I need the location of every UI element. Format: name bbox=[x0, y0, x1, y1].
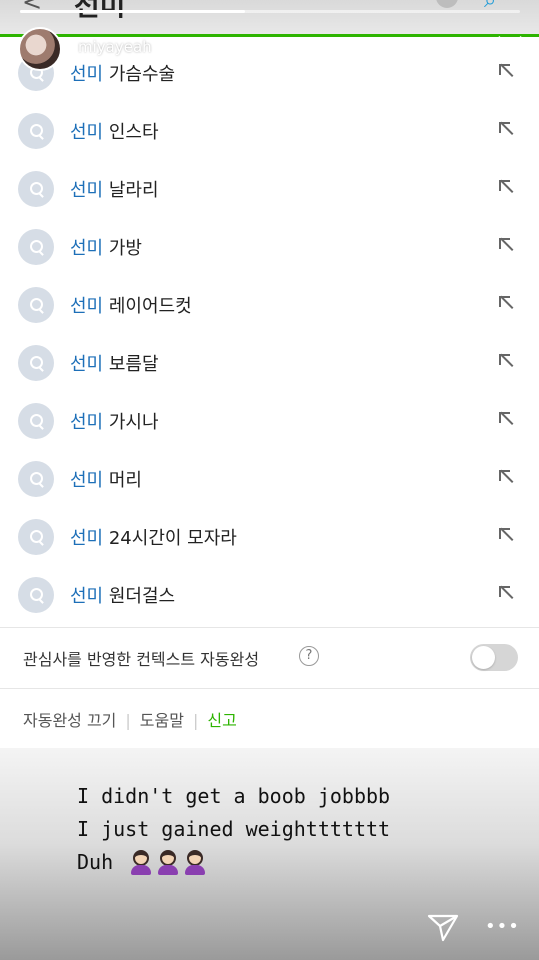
suggestion-rest: 24시간이 모자라 bbox=[108, 528, 237, 549]
suggestion-keyword: 선미 bbox=[70, 412, 104, 433]
search-bar: < 선미 ⌕ bbox=[0, 0, 539, 34]
woman-emoji-icon bbox=[157, 850, 179, 875]
story-progress-bar bbox=[20, 10, 520, 13]
suggestion-rest: 인스타 bbox=[108, 122, 159, 143]
suggestion-text: 선미 원더걸스 bbox=[70, 582, 175, 608]
search-icon bbox=[18, 403, 54, 439]
suggestion-rest: 원더걸스 bbox=[108, 586, 176, 607]
autocomplete-off-link[interactable]: 자동완성 끄기 bbox=[23, 711, 116, 730]
suggestion-keyword: 선미 bbox=[70, 470, 104, 491]
suggestion-rest: 보름달 bbox=[108, 354, 159, 375]
story-username[interactable]: miyayeah bbox=[78, 38, 152, 56]
separator: | bbox=[192, 711, 199, 730]
autocomplete-footer: 자동완성 끄기 | 도움말 | 신고 bbox=[23, 707, 237, 731]
suggestion-text: 선미 24시간이 모자라 bbox=[70, 524, 237, 550]
suggestion-rest: 가시나 bbox=[108, 412, 159, 433]
suggestion-text: 선미 가방 bbox=[70, 234, 142, 260]
insert-arrow-icon[interactable] bbox=[499, 180, 513, 194]
search-icon bbox=[18, 345, 54, 381]
search-icon bbox=[18, 461, 54, 497]
insert-arrow-icon[interactable] bbox=[499, 122, 513, 136]
context-autocomplete-label: 관심사를 반영한 컨텍스트 자동완성 bbox=[23, 650, 260, 669]
search-icon bbox=[18, 171, 54, 207]
separator: | bbox=[125, 711, 131, 730]
toggle-knob bbox=[472, 646, 495, 669]
suggestion-text: 선미 보름달 bbox=[70, 350, 159, 376]
search-underline bbox=[0, 34, 539, 37]
insert-arrow-icon[interactable] bbox=[499, 412, 513, 426]
suggestion-keyword: 선미 bbox=[70, 586, 104, 607]
suggestion-text: 선미 날라리 bbox=[70, 176, 159, 202]
suggestion-text: 선미 가시나 bbox=[70, 408, 159, 434]
suggestion-keyword: 선미 bbox=[70, 354, 104, 375]
suggestion-text: 선미 머리 bbox=[70, 466, 142, 492]
suggestion-item[interactable]: 선미 원더걸스 bbox=[0, 565, 539, 623]
insert-arrow-icon[interactable] bbox=[499, 354, 513, 368]
help-icon[interactable]: ? bbox=[299, 646, 319, 666]
suggestion-keyword: 선미 bbox=[70, 238, 104, 259]
search-icon[interactable]: ⌕ bbox=[484, 0, 496, 13]
close-icon[interactable] bbox=[496, 34, 524, 62]
suggestion-keyword: 선미 bbox=[70, 122, 104, 143]
suggestion-item[interactable]: 선미 머리 bbox=[0, 449, 539, 507]
divider bbox=[0, 627, 539, 628]
caption-line-1: I didn't get a boob jobbbb bbox=[77, 784, 391, 808]
suggestion-list: 선미 가슴수술 선미 인스타 선미 날라리 선미 가방 선미 레이어드컷 선미 보름달 선미… bbox=[0, 43, 539, 623]
insert-arrow-icon[interactable] bbox=[499, 528, 513, 542]
suggestion-rest: 날라리 bbox=[108, 180, 159, 201]
story-progress-fill bbox=[20, 10, 245, 13]
report-link[interactable]: 신고 bbox=[207, 711, 236, 730]
back-icon[interactable]: < bbox=[22, 0, 42, 16]
suggestion-item[interactable]: 선미 인스타 bbox=[0, 101, 539, 159]
suggestion-item[interactable]: 선미 보름달 bbox=[0, 333, 539, 391]
send-icon[interactable] bbox=[426, 910, 460, 944]
search-icon bbox=[18, 229, 54, 265]
search-icon bbox=[18, 577, 54, 613]
suggestion-keyword: 선미 bbox=[70, 180, 104, 201]
avatar[interactable] bbox=[18, 27, 62, 71]
suggestion-rest: 레이어드컷 bbox=[108, 296, 192, 317]
suggestion-keyword: 선미 bbox=[70, 296, 104, 317]
help-link[interactable]: 도움말 bbox=[140, 711, 184, 730]
insert-arrow-icon[interactable] bbox=[499, 470, 513, 484]
search-icon bbox=[18, 287, 54, 323]
search-icon bbox=[18, 113, 54, 149]
suggestion-item[interactable]: 선미 날라리 bbox=[0, 159, 539, 217]
more-icon[interactable]: ••• bbox=[485, 916, 520, 937]
divider bbox=[0, 688, 539, 689]
caption-line-3: Duh bbox=[77, 850, 206, 875]
suggestion-item[interactable]: 선미 24시간이 모자라 bbox=[0, 507, 539, 565]
clear-icon[interactable] bbox=[436, 0, 458, 8]
suggestion-item[interactable]: 선미 레이어드컷 bbox=[0, 275, 539, 333]
caption-line-2: I just gained weighttttttt bbox=[77, 817, 391, 841]
insert-arrow-icon[interactable] bbox=[499, 238, 513, 252]
suggestion-text: 선미 레이어드컷 bbox=[70, 292, 192, 318]
caption-line-3-text: Duh bbox=[77, 850, 114, 874]
woman-emoji-icon bbox=[184, 850, 206, 875]
suggestion-keyword: 선미 bbox=[70, 64, 104, 85]
insert-arrow-icon[interactable] bbox=[499, 296, 513, 310]
suggestion-item[interactable]: 선미 가시나 bbox=[0, 391, 539, 449]
suggestion-rest: 머리 bbox=[108, 470, 142, 491]
woman-emoji-icon bbox=[130, 850, 152, 875]
context-autocomplete-toggle[interactable] bbox=[470, 644, 518, 671]
suggestion-rest: 가방 bbox=[108, 238, 142, 259]
insert-arrow-icon[interactable] bbox=[499, 64, 513, 78]
story-time: 48분 bbox=[172, 42, 203, 58]
suggestion-text: 선미 인스타 bbox=[70, 118, 159, 144]
suggestion-text: 선미 가슴수술 bbox=[70, 60, 175, 86]
insert-arrow-icon[interactable] bbox=[499, 586, 513, 600]
suggestion-item[interactable]: 선미 가방 bbox=[0, 217, 539, 275]
suggestion-keyword: 선미 bbox=[70, 528, 104, 549]
search-icon bbox=[18, 519, 54, 555]
suggestion-rest: 가슴수술 bbox=[108, 64, 176, 85]
